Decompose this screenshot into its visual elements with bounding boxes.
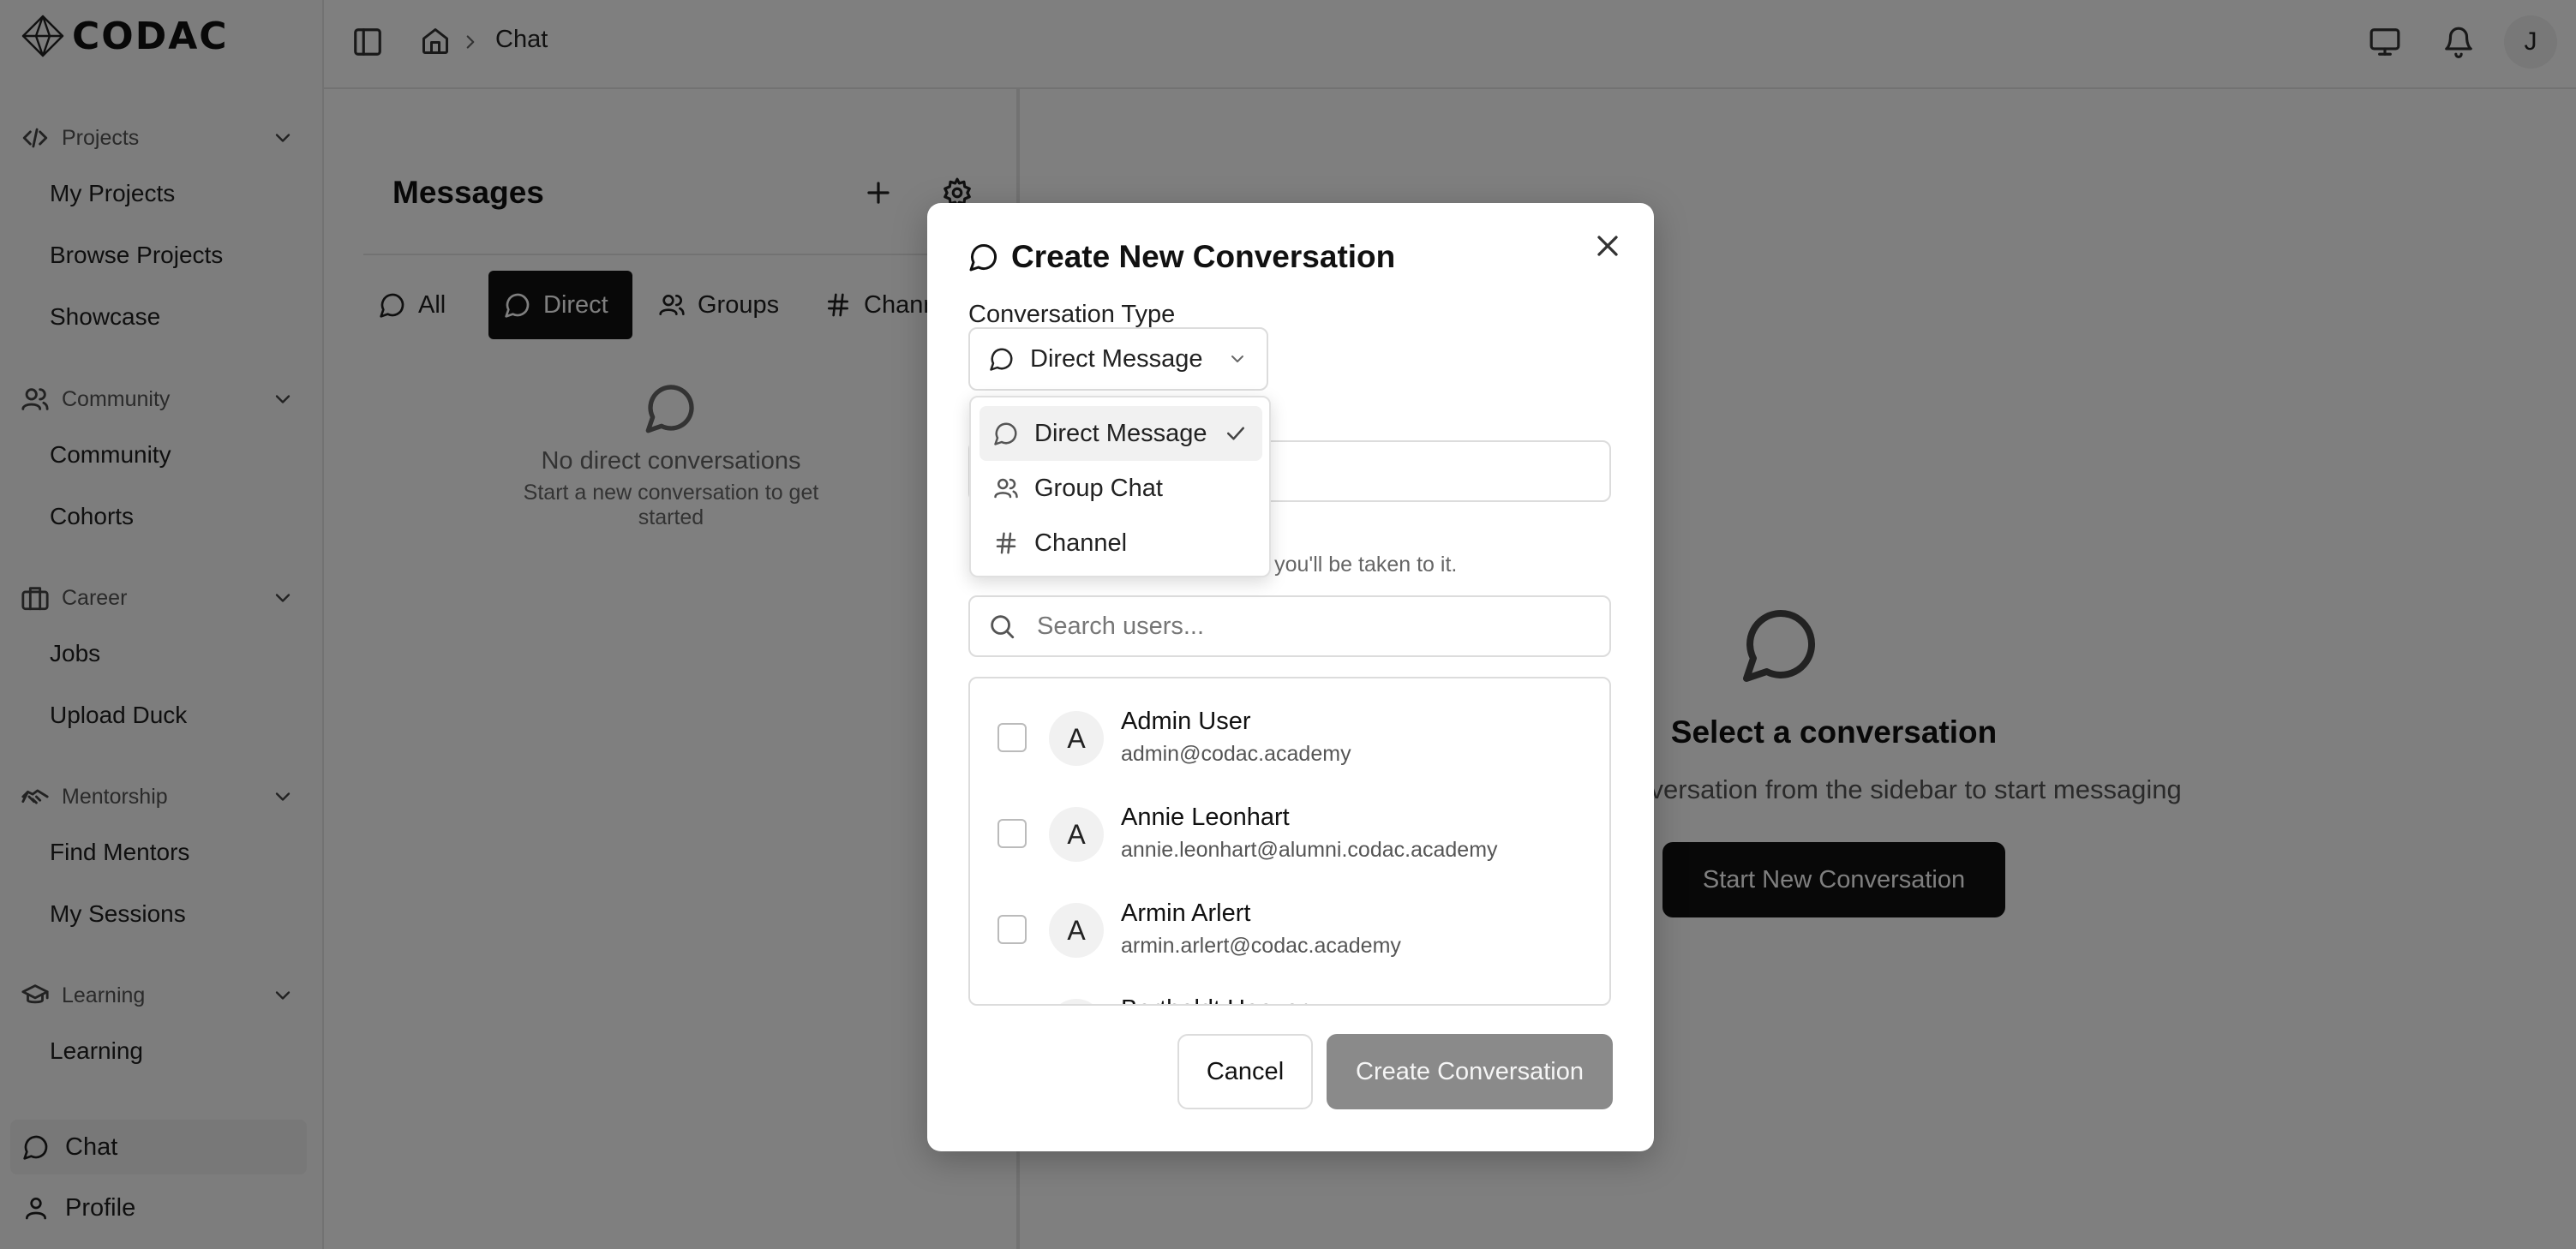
user-row[interactable]: A Armin Arlert armin.arlert@codac.academ… [970, 889, 1609, 975]
user-name: Bertholdt Hoover [1121, 995, 1308, 1004]
user-email: annie.leonhart@alumni.codac.academy [1121, 838, 1498, 862]
option-label: Channel [1034, 529, 1128, 557]
user-email: admin@codac.academy [1121, 742, 1351, 766]
user-avatar: A [1049, 807, 1104, 862]
search-icon [991, 615, 1015, 639]
message-circle-icon [990, 348, 1013, 371]
user-search-field[interactable] [968, 595, 1611, 657]
conversation-type-dropdown: Direct Message Group Chat Channel [969, 396, 1271, 577]
user-row[interactable]: A Annie Leonhart annie.leonhart@alumni.c… [970, 793, 1609, 879]
option-label: Group Chat [1034, 474, 1163, 502]
conversation-type-label: Conversation Type [968, 301, 1176, 328]
user-email: armin.arlert@codac.academy [1121, 934, 1401, 958]
select-value: Direct Message [1030, 344, 1203, 373]
user-list: A Admin User admin@codac.academy A Annie… [968, 677, 1611, 1006]
user-avatar: A [1049, 711, 1104, 766]
dialog-title: Create New Conversation [968, 239, 1395, 275]
check-icon [1227, 427, 1244, 440]
user-name: Annie Leonhart [1121, 804, 1290, 831]
option-channel[interactable]: Channel [979, 516, 1262, 571]
user-row[interactable]: A Admin User admin@codac.academy [970, 697, 1609, 783]
hash-icon [996, 532, 1016, 554]
conversation-type-select[interactable]: Direct Message [968, 327, 1268, 391]
user-avatar: B [1049, 999, 1104, 1004]
option-label: Direct Message [1034, 419, 1207, 447]
message-circle-icon [969, 243, 997, 272]
create-conversation-dialog: Create New Conversation Conversation Typ… [927, 203, 1654, 1151]
dialog-title-text: Create New Conversation [1011, 239, 1396, 274]
close-icon[interactable] [1591, 229, 1625, 263]
option-direct-message[interactable]: Direct Message [979, 406, 1262, 461]
user-name: Admin User [1121, 708, 1251, 735]
user-name: Armin Arlert [1121, 899, 1251, 927]
user-row[interactable]: B Bertholdt Hoover [970, 985, 1609, 1004]
search-input[interactable] [1037, 612, 1568, 641]
user-checkbox[interactable] [997, 723, 1027, 752]
option-group-chat[interactable]: Group Chat [979, 461, 1262, 516]
chevron-down-icon [1231, 356, 1243, 362]
user-checkbox[interactable] [997, 819, 1027, 848]
user-checkbox[interactable] [997, 915, 1027, 944]
message-circle-icon [994, 422, 1017, 445]
users-icon [994, 478, 1018, 499]
create-conversation-button[interactable]: Create Conversation [1327, 1034, 1613, 1109]
cancel-button[interactable]: Cancel [1177, 1034, 1313, 1109]
user-avatar: A [1049, 903, 1104, 958]
